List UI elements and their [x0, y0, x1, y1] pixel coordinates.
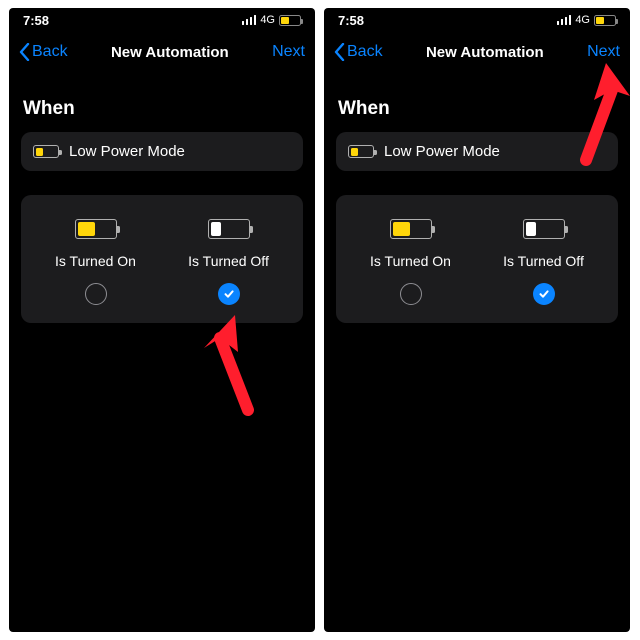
- choice-card: Is Turned On Is Turned Off: [336, 195, 618, 323]
- page-title: New Automation: [426, 44, 544, 61]
- cellular-signal-icon: [242, 15, 257, 25]
- choice-turned-on[interactable]: Is Turned On: [29, 219, 162, 305]
- radio-checked[interactable]: [533, 283, 555, 305]
- checkmark-icon: [223, 288, 235, 300]
- back-label: Back: [32, 43, 68, 61]
- phone-screenshot-right: 7:58 4G Back New Automation Next When Lo…: [324, 8, 630, 632]
- nav-bar: Back New Automation Next: [324, 32, 630, 72]
- status-time: 7:58: [23, 13, 49, 28]
- choice-off-label: Is Turned Off: [503, 253, 584, 269]
- radio-unchecked[interactable]: [85, 283, 107, 305]
- choice-turned-off[interactable]: Is Turned Off: [162, 219, 295, 305]
- status-bar: 7:58 4G: [9, 8, 315, 32]
- back-button[interactable]: Back: [334, 43, 383, 61]
- choice-turned-on[interactable]: Is Turned On: [344, 219, 477, 305]
- trigger-label: Low Power Mode: [69, 143, 185, 160]
- choice-on-label: Is Turned On: [370, 253, 451, 269]
- chevron-left-icon: [334, 43, 345, 61]
- status-bar: 7:58 4G: [324, 8, 630, 32]
- trigger-row[interactable]: Low Power Mode: [336, 132, 618, 171]
- section-heading-when: When: [338, 98, 618, 120]
- choice-turned-off[interactable]: Is Turned Off: [477, 219, 610, 305]
- back-button[interactable]: Back: [19, 43, 68, 61]
- checkmark-icon: [538, 288, 550, 300]
- choice-card: Is Turned On Is Turned Off: [21, 195, 303, 323]
- radio-checked[interactable]: [218, 283, 240, 305]
- battery-on-icon: [390, 219, 432, 239]
- next-button[interactable]: Next: [272, 43, 305, 61]
- chevron-left-icon: [19, 43, 30, 61]
- network-label: 4G: [260, 14, 275, 26]
- section-heading-when: When: [23, 98, 303, 120]
- status-time: 7:58: [338, 13, 364, 28]
- choice-off-label: Is Turned Off: [188, 253, 269, 269]
- battery-status-icon: [279, 15, 301, 26]
- canvas: 7:58 4G Back New Automation Next When Lo…: [0, 0, 640, 640]
- radio-unchecked[interactable]: [400, 283, 422, 305]
- battery-off-icon: [523, 219, 565, 239]
- network-label: 4G: [575, 14, 590, 26]
- battery-off-icon: [208, 219, 250, 239]
- cellular-signal-icon: [557, 15, 572, 25]
- choice-on-label: Is Turned On: [55, 253, 136, 269]
- trigger-row[interactable]: Low Power Mode: [21, 132, 303, 171]
- nav-bar: Back New Automation Next: [9, 32, 315, 72]
- page-title: New Automation: [111, 44, 229, 61]
- low-power-battery-icon: [33, 145, 59, 158]
- back-label: Back: [347, 43, 383, 61]
- battery-status-icon: [594, 15, 616, 26]
- low-power-battery-icon: [348, 145, 374, 158]
- battery-on-icon: [75, 219, 117, 239]
- phone-screenshot-left: 7:58 4G Back New Automation Next When Lo…: [9, 8, 315, 632]
- trigger-label: Low Power Mode: [384, 143, 500, 160]
- next-button[interactable]: Next: [587, 43, 620, 61]
